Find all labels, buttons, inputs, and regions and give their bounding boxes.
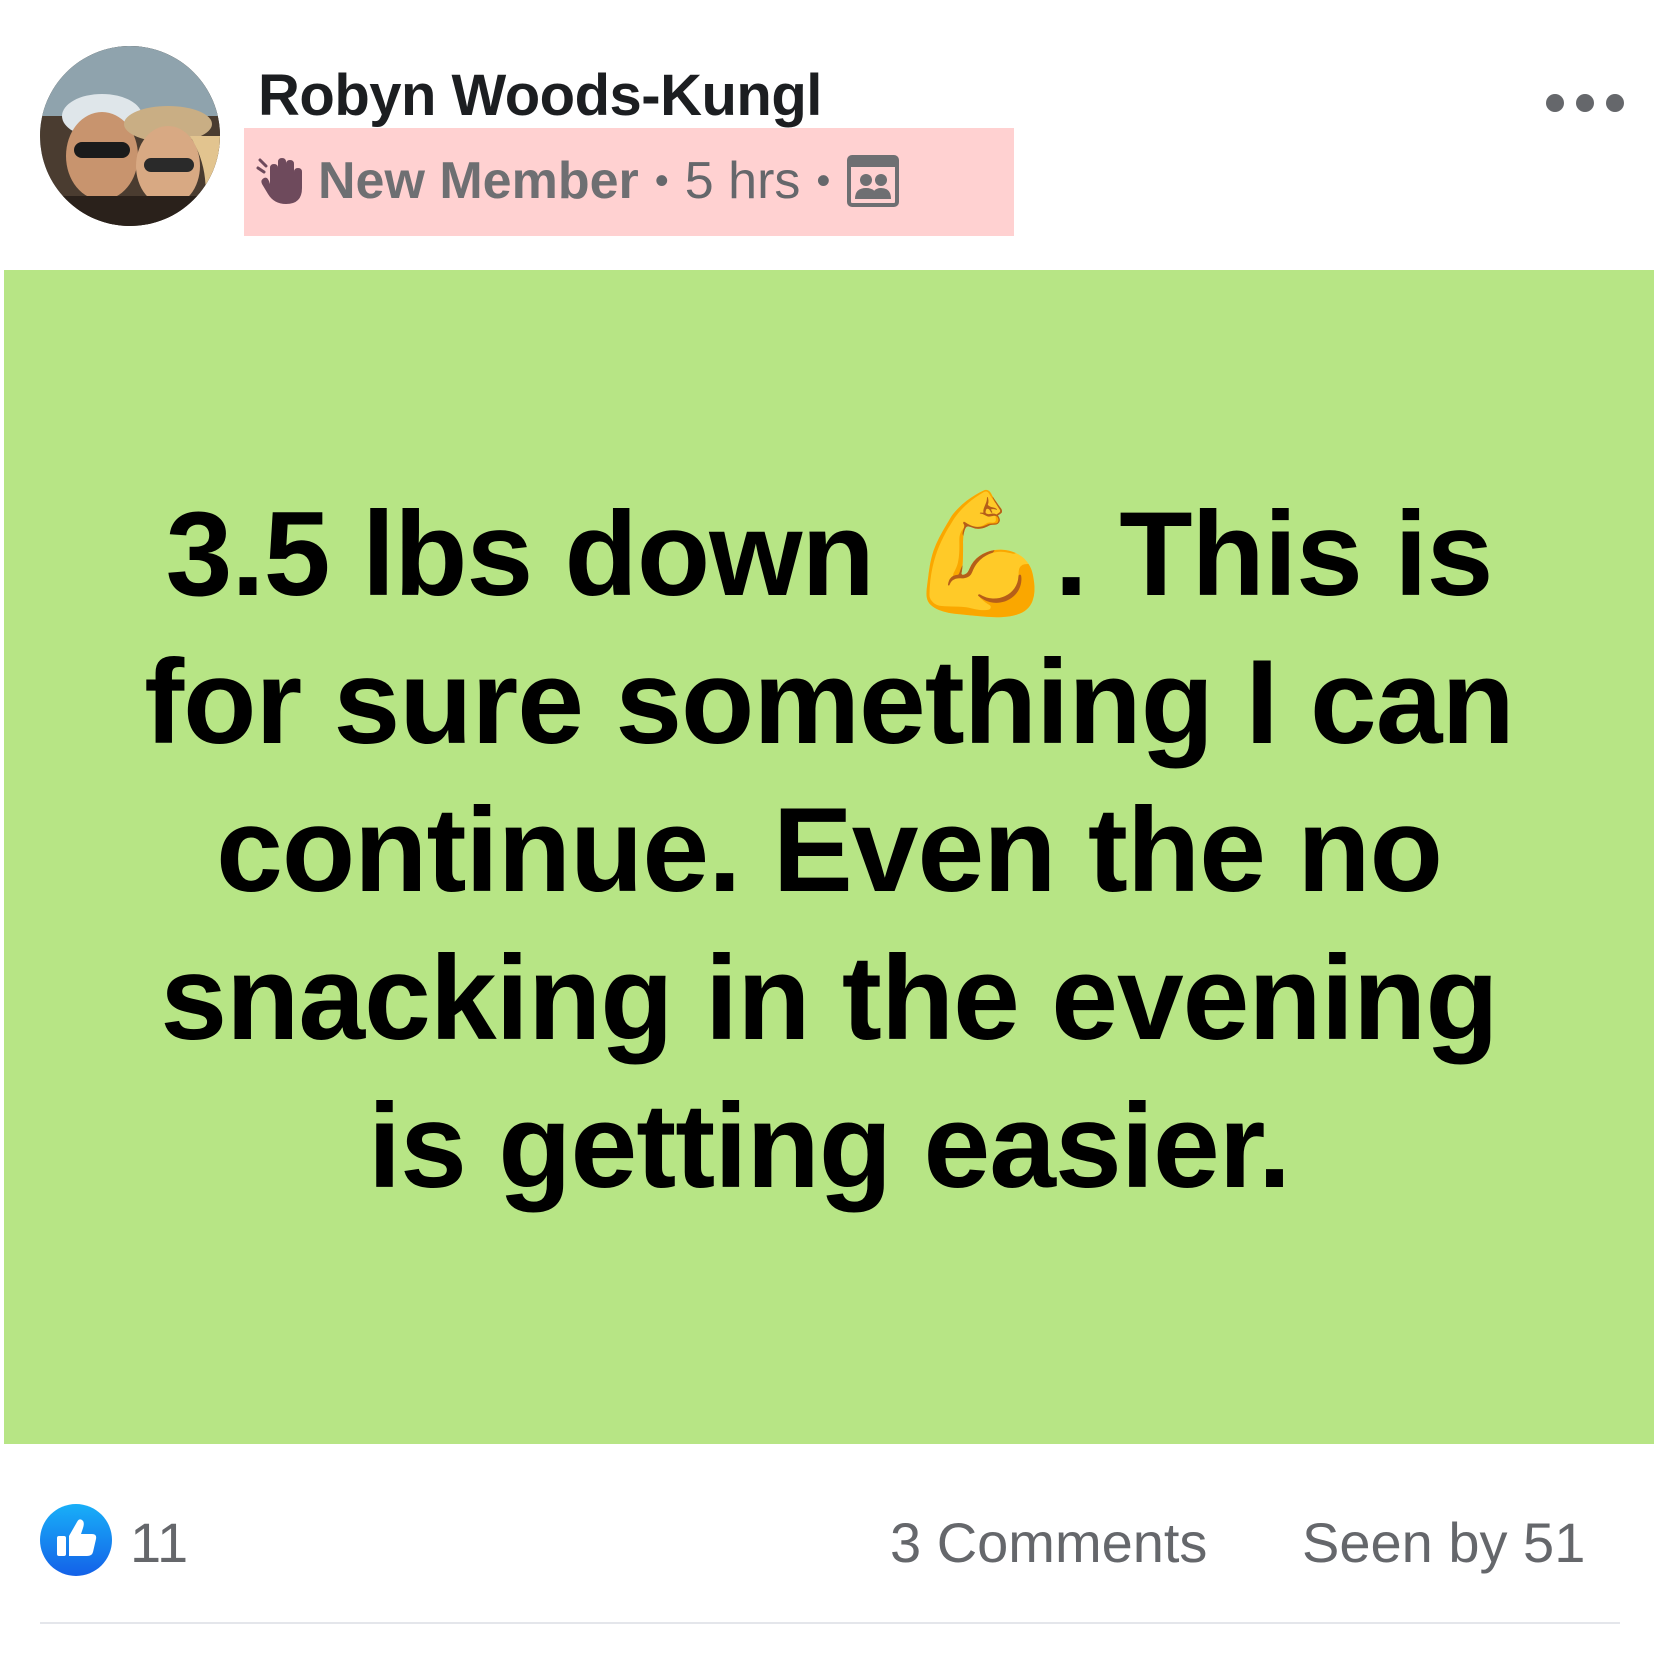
post-body: 3.5 lbs down 💪. This is for sure somethi… <box>4 270 1654 1444</box>
post-meta: New Member • 5 hrs • <box>256 146 900 216</box>
group-audience-icon <box>846 154 900 208</box>
member-badge: New Member <box>318 152 639 210</box>
avatar[interactable] <box>40 46 220 226</box>
author-name[interactable]: Robyn Woods-Kungl <box>258 62 822 129</box>
like-count[interactable]: 11 <box>130 1510 188 1575</box>
post-footer: 11 3 Comments Seen by 51 <box>0 1450 1654 1622</box>
like-thumbs-up-icon[interactable] <box>40 1504 112 1576</box>
more-options-icon[interactable] <box>1546 88 1624 118</box>
post-text: 3.5 lbs down 💪. This is for sure somethi… <box>144 487 1515 1213</box>
divider <box>40 1622 1620 1624</box>
post-time[interactable]: 5 hrs <box>685 151 801 211</box>
separator-dot: • <box>816 158 831 203</box>
seen-by-count[interactable]: Seen by 51 <box>1302 1510 1585 1575</box>
separator-dot: • <box>654 158 669 203</box>
waving-hand-icon <box>256 154 310 208</box>
comments-link[interactable]: 3 Comments <box>890 1510 1207 1575</box>
post-header: Robyn Woods-Kungl New Member • 5 hrs • <box>0 0 1654 260</box>
post-meta-row: New Member • 5 hrs • <box>244 128 1014 236</box>
avatar-photo <box>40 46 220 226</box>
